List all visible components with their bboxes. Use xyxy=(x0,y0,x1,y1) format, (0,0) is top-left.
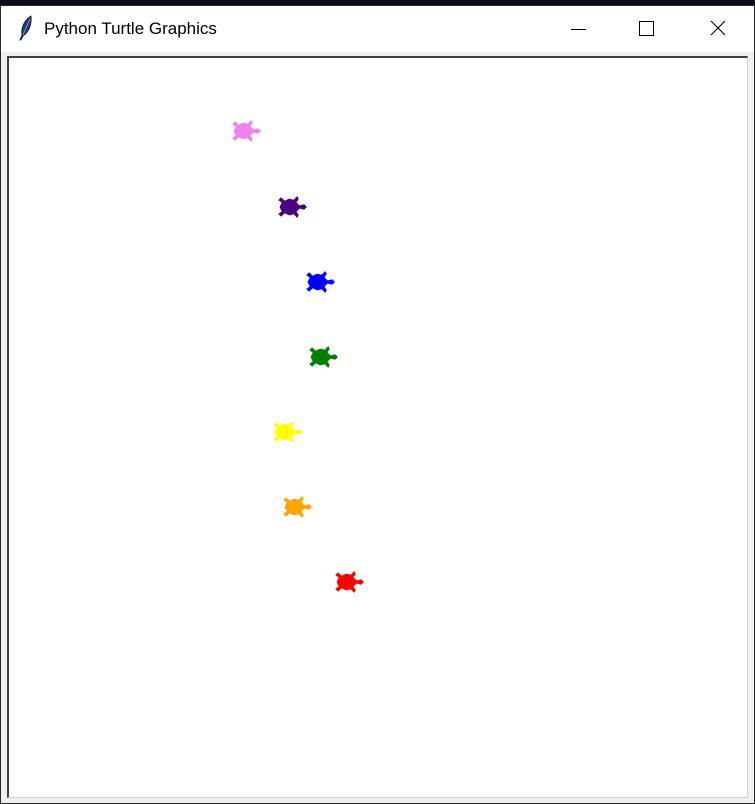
canvas-drawing xyxy=(232,120,364,593)
close-icon xyxy=(710,20,726,36)
feather-icon xyxy=(19,15,32,41)
window-title: Python Turtle Graphics xyxy=(44,19,217,38)
minimize-icon xyxy=(571,29,586,30)
turtle-canvas[interactable] xyxy=(7,56,748,798)
turtle-green xyxy=(309,346,338,368)
close-button[interactable] xyxy=(683,6,753,52)
turtle-shape xyxy=(273,421,302,443)
maximize-icon xyxy=(639,21,654,36)
turtle-shape xyxy=(335,571,364,593)
turtle-blue xyxy=(306,271,335,293)
turtle-red xyxy=(335,571,364,593)
turtle-window: Python Turtle Graphics xyxy=(0,5,755,804)
maximize-button[interactable] xyxy=(613,6,683,52)
turtle-yellow xyxy=(273,421,302,443)
minimize-button[interactable] xyxy=(544,6,614,52)
turtle-shape xyxy=(278,196,307,218)
turtle-shape xyxy=(309,346,338,368)
turtle-shape xyxy=(232,120,261,142)
turtle-shape xyxy=(283,496,312,518)
turtle-shape xyxy=(306,271,335,293)
turtle-orange xyxy=(283,496,312,518)
turtle-indigo xyxy=(278,196,307,218)
turtle-violet xyxy=(232,120,261,142)
title-bar[interactable]: Python Turtle Graphics xyxy=(1,6,754,52)
